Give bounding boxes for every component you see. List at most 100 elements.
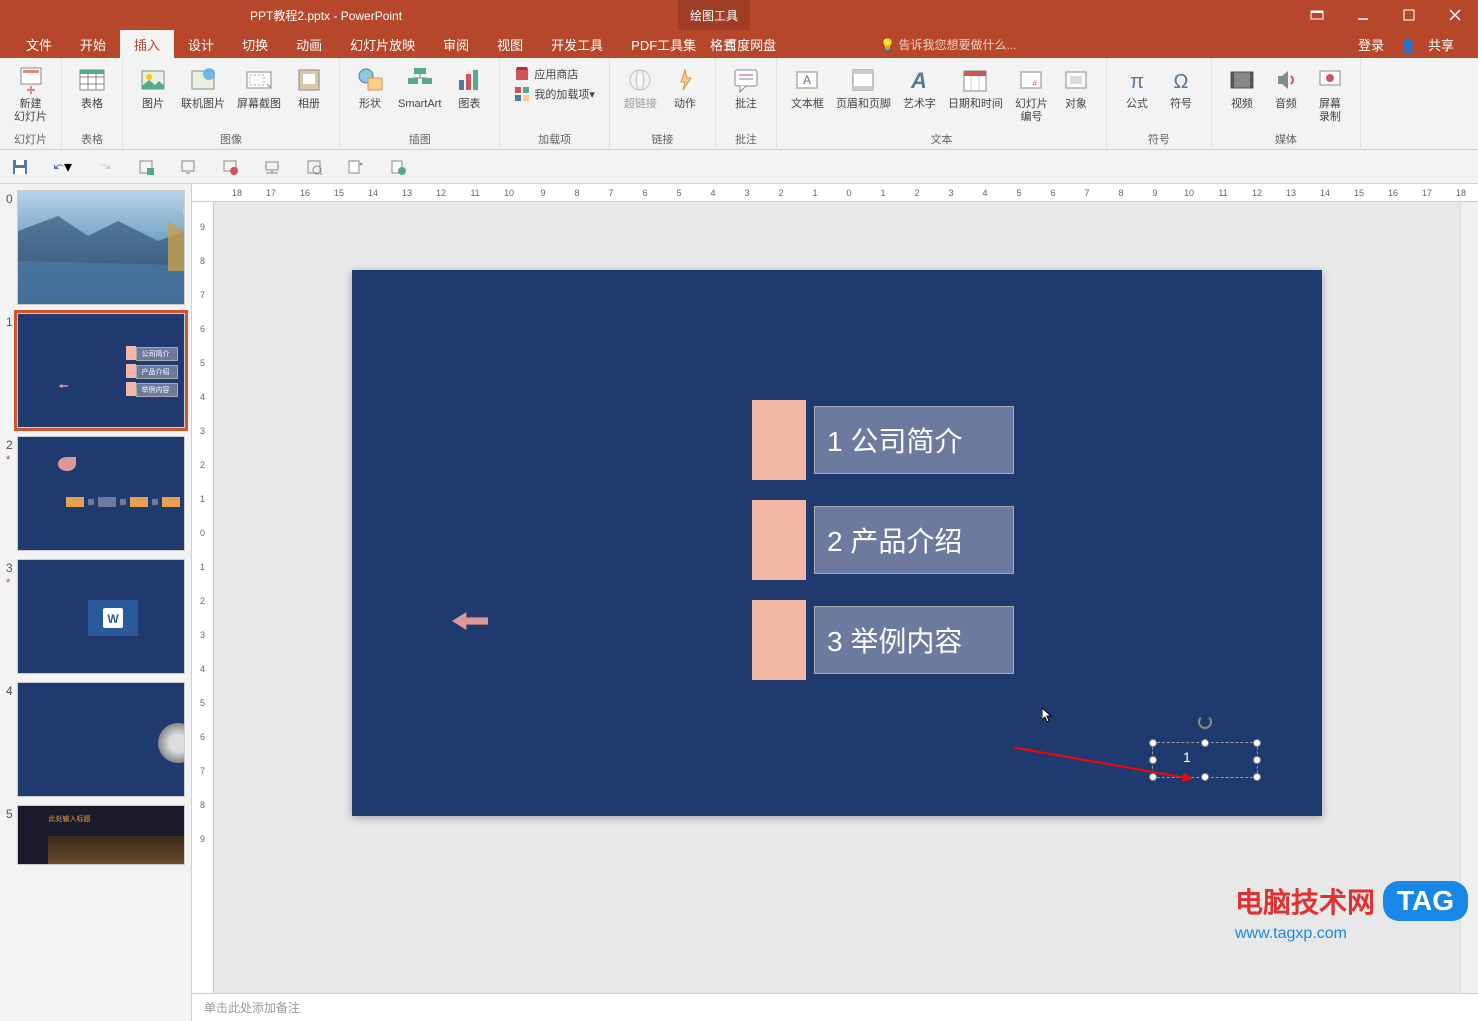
svg-text:A: A bbox=[910, 68, 927, 93]
content-item-3[interactable]: 3 举例内容 bbox=[752, 600, 1014, 680]
horizontal-ruler[interactable]: 1817161514131211109876543210123456789101… bbox=[192, 184, 1478, 202]
qat-icon-2[interactable] bbox=[178, 157, 198, 177]
tab-file[interactable]: 文件 bbox=[12, 30, 66, 58]
shapes-button[interactable]: 形状 bbox=[348, 62, 392, 113]
minimize-button[interactable] bbox=[1340, 0, 1386, 30]
rotate-handle-icon[interactable] bbox=[1198, 715, 1212, 729]
slides-panel[interactable]: 0 1 公司简介 产品介绍 举例内容 2* bbox=[0, 184, 192, 1021]
thumbnail[interactable]: 此处输入标题 bbox=[17, 805, 185, 865]
canvas-scroll[interactable]: 1 公司简介 2 产品介绍 3 举例内容 bbox=[214, 202, 1460, 993]
thumbnail[interactable]: 公司简介 产品介绍 举例内容 bbox=[17, 313, 185, 428]
title-bar: PPT教程2.pptx - PowerPoint 绘图工具 bbox=[0, 0, 1478, 30]
picture-button[interactable]: 图片 bbox=[131, 62, 175, 113]
tab-view[interactable]: 视图 bbox=[483, 30, 537, 58]
equation-button[interactable]: π公式 bbox=[1115, 62, 1159, 113]
slide-thumb-2: 2* bbox=[6, 436, 185, 551]
undo-icon[interactable]: ▾ bbox=[52, 157, 72, 177]
maximize-button[interactable] bbox=[1386, 0, 1432, 30]
arrow-shape[interactable] bbox=[452, 612, 488, 630]
ribbon: 新建幻灯片 幻灯片 表格 表格 图片 联机图片 屏幕截图 相册 图像 形状 Sm… bbox=[0, 58, 1478, 150]
tab-format[interactable]: 格式 bbox=[696, 30, 750, 58]
smartart-button[interactable]: SmartArt bbox=[392, 62, 447, 113]
qat-icon-4[interactable] bbox=[262, 157, 282, 177]
header-footer-button[interactable]: 页眉和页脚 bbox=[830, 62, 897, 113]
tab-home[interactable]: 开始 bbox=[66, 30, 120, 58]
cursor-icon bbox=[1042, 708, 1054, 724]
svg-text:#: # bbox=[1033, 79, 1038, 88]
notes-pane[interactable]: 单击此处添加备注 bbox=[192, 993, 1478, 1021]
quick-access-toolbar: ▾ bbox=[0, 150, 1478, 184]
qat-icon-6[interactable] bbox=[346, 157, 366, 177]
tab-design[interactable]: 设计 bbox=[174, 30, 228, 58]
slide-thumb-5: 5 此处输入标题 bbox=[6, 805, 185, 865]
tab-animation[interactable]: 动画 bbox=[282, 30, 336, 58]
group-illustrations: 形状 SmartArt 图表 插图 bbox=[340, 58, 500, 149]
content-item-1[interactable]: 1 公司简介 bbox=[752, 400, 1014, 480]
work-area: 0 1 公司简介 产品介绍 举例内容 2* bbox=[0, 184, 1478, 1021]
myaddins-button[interactable]: 我的加载项 ▾ bbox=[512, 84, 597, 104]
album-button[interactable]: 相册 bbox=[287, 62, 331, 113]
save-icon[interactable] bbox=[10, 157, 30, 177]
vertical-scrollbar[interactable] bbox=[1460, 202, 1478, 993]
audio-button[interactable]: 音频 bbox=[1264, 62, 1308, 113]
table-button[interactable]: 表格 bbox=[70, 62, 114, 113]
vertical-ruler[interactable]: 9876543210123456789 bbox=[192, 202, 214, 993]
qat-icon-7[interactable] bbox=[388, 157, 408, 177]
chart-button[interactable]: 图表 bbox=[447, 62, 491, 113]
hyperlink-button: 超链接 bbox=[618, 62, 663, 113]
qat-icon-3[interactable] bbox=[220, 157, 240, 177]
thumbnail[interactable] bbox=[17, 190, 185, 305]
textbox-content: 1 bbox=[1183, 749, 1191, 765]
close-button[interactable] bbox=[1432, 0, 1478, 30]
qat-icon-1[interactable] bbox=[136, 157, 156, 177]
tell-me-search[interactable]: 💡 告诉我您想要做什么... bbox=[880, 36, 1016, 53]
online-picture-button[interactable]: 联机图片 bbox=[175, 62, 231, 113]
slide-canvas[interactable]: 1 公司简介 2 产品介绍 3 举例内容 bbox=[352, 270, 1322, 816]
selected-textbox[interactable]: 1 bbox=[1152, 742, 1258, 778]
slide-thumb-0: 0 bbox=[6, 190, 185, 305]
datetime-button[interactable]: 日期和时间 bbox=[942, 62, 1009, 113]
thumbnail[interactable] bbox=[17, 436, 185, 551]
wordart-button[interactable]: A艺术字 bbox=[897, 62, 942, 113]
contextual-tab-label: 绘图工具 bbox=[678, 0, 750, 30]
group-addins: 应用商店 我的加载项 ▾ 加载项 bbox=[500, 58, 610, 149]
group-text: A文本框 页眉和页脚 A艺术字 日期和时间 #幻灯片编号 对象 文本 bbox=[777, 58, 1107, 149]
new-slide-button[interactable]: 新建幻灯片 bbox=[8, 62, 53, 126]
tab-transition[interactable]: 切换 bbox=[228, 30, 282, 58]
group-comments: 批注 批注 bbox=[716, 58, 777, 149]
group-media: 视频 音频 屏幕录制 媒体 bbox=[1212, 58, 1361, 149]
video-button[interactable]: 视频 bbox=[1220, 62, 1264, 113]
tab-developer[interactable]: 开发工具 bbox=[537, 30, 617, 58]
slide-thumb-4: 4 bbox=[6, 682, 185, 797]
redo-icon[interactable] bbox=[94, 157, 114, 177]
store-button[interactable]: 应用商店 bbox=[512, 64, 597, 84]
login-link[interactable]: 登录 bbox=[1350, 35, 1392, 54]
document-title: PPT教程2.pptx - PowerPoint bbox=[250, 7, 402, 24]
slide-thumb-1: 1 公司简介 产品介绍 举例内容 bbox=[6, 313, 185, 428]
object-button[interactable]: 对象 bbox=[1054, 62, 1098, 113]
tab-slideshow[interactable]: 幻灯片放映 bbox=[336, 30, 429, 58]
edit-area: 1817161514131211109876543210123456789101… bbox=[192, 184, 1478, 1021]
content-item-2[interactable]: 2 产品介绍 bbox=[752, 500, 1014, 580]
svg-text:A: A bbox=[803, 73, 811, 87]
svg-text:W: W bbox=[108, 612, 120, 626]
thumbnail[interactable]: W bbox=[17, 559, 185, 674]
ribbon-options-icon[interactable] bbox=[1294, 0, 1340, 30]
thumbnail[interactable] bbox=[17, 682, 185, 797]
group-symbols: π公式 Ω符号 符号 bbox=[1107, 58, 1212, 149]
qat-icon-5[interactable] bbox=[304, 157, 324, 177]
screenshot-button[interactable]: 屏幕截图 bbox=[231, 62, 287, 113]
group-slides: 新建幻灯片 幻灯片 bbox=[0, 58, 62, 149]
screenrec-button[interactable]: 屏幕录制 bbox=[1308, 62, 1352, 126]
symbol-button[interactable]: Ω符号 bbox=[1159, 62, 1203, 113]
share-button[interactable]: 👤 共享 bbox=[1392, 35, 1470, 54]
textbox-button[interactable]: A文本框 bbox=[785, 62, 830, 113]
svg-text:π: π bbox=[1130, 71, 1144, 93]
comment-button[interactable]: 批注 bbox=[724, 62, 768, 113]
tab-review[interactable]: 审阅 bbox=[429, 30, 483, 58]
group-tables: 表格 表格 bbox=[62, 58, 123, 149]
tab-insert[interactable]: 插入 bbox=[120, 30, 174, 58]
slidenumber-button[interactable]: #幻灯片编号 bbox=[1009, 62, 1054, 126]
action-button[interactable]: 动作 bbox=[663, 62, 707, 113]
group-images: 图片 联机图片 屏幕截图 相册 图像 bbox=[123, 58, 340, 149]
